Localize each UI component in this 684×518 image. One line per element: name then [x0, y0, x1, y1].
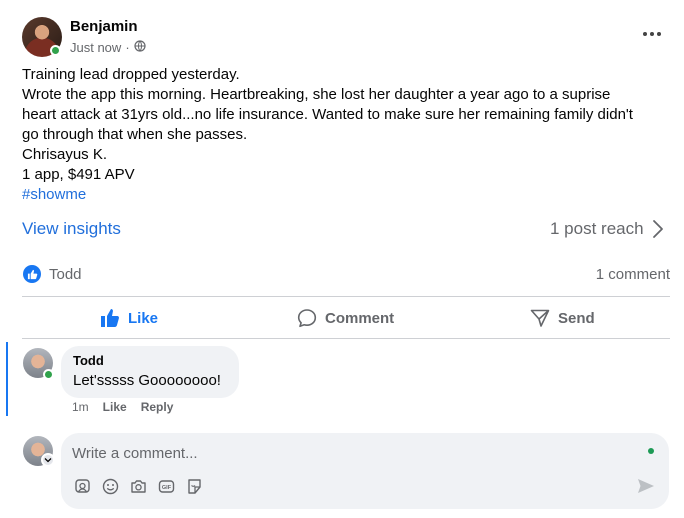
chevron-down-icon[interactable]: [41, 453, 55, 467]
comment-button[interactable]: Comment: [297, 305, 394, 331]
meta-separator: ·: [125, 40, 130, 55]
online-status-dot: [50, 45, 61, 56]
comment-input[interactable]: [72, 442, 632, 464]
gif-icon[interactable]: GIF: [157, 477, 175, 495]
post-reach-count[interactable]: 1 post reach: [550, 219, 644, 239]
author-name[interactable]: Benjamin: [70, 18, 138, 35]
send-button-label: Send: [558, 309, 595, 327]
post-meta: Just now ·: [70, 40, 146, 55]
post-body: Training lead dropped yesterday. Wrote t…: [22, 65, 672, 205]
avatar-sticker-icon[interactable]: [73, 477, 91, 495]
post-line: go through that when she passes.: [22, 126, 248, 143]
like-button-label: Like: [128, 309, 159, 327]
more-options-icon[interactable]: [640, 24, 664, 44]
send-button[interactable]: Send: [530, 305, 595, 331]
post-line: heart attack at 31yrs old...no life insu…: [22, 106, 633, 123]
camera-icon[interactable]: [129, 477, 147, 495]
composer-toolbar: GIF: [73, 477, 203, 495]
comment-like-link[interactable]: Like: [103, 400, 127, 414]
globe-icon[interactable]: [134, 40, 146, 55]
comment-composer: GIF: [61, 433, 669, 509]
commenter-name[interactable]: Todd: [73, 353, 104, 368]
reaction-names[interactable]: Todd: [49, 266, 82, 283]
like-reaction-icon: [23, 265, 41, 283]
online-status-dot: [43, 369, 54, 380]
sticker-icon[interactable]: [185, 477, 203, 495]
view-insights-link[interactable]: View insights: [22, 219, 121, 239]
comment-reply-link[interactable]: Reply: [141, 400, 174, 414]
comment-bubble-icon: [297, 309, 317, 328]
chevron-right-icon[interactable]: [652, 219, 664, 244]
post-timestamp[interactable]: Just now: [70, 40, 121, 55]
status-dot: [648, 448, 654, 454]
comment-actions: 1m Like Reply: [72, 400, 173, 414]
thumbs-up-icon: [101, 309, 119, 327]
svg-text:GIF: GIF: [161, 485, 171, 491]
post-line: Training lead dropped yesterday.: [22, 66, 240, 83]
hashtag-link[interactable]: #showme: [22, 185, 672, 205]
divider: [22, 338, 670, 339]
send-icon: [530, 309, 550, 327]
comment-highlight-bar: [6, 342, 8, 416]
like-button[interactable]: Like: [100, 305, 158, 331]
send-comment-icon[interactable]: [637, 478, 655, 499]
emoji-icon[interactable]: [101, 477, 119, 495]
comment-time[interactable]: 1m: [72, 400, 89, 414]
post-line: Chrisayus K.: [22, 146, 108, 163]
divider: [22, 296, 670, 297]
comment-bubble: Todd Let'sssss Goooooooo!: [61, 346, 239, 398]
post-line: Wrote the app this morning. Heartbreakin…: [22, 86, 611, 103]
comment-text: Let'sssss Goooooooo!: [73, 372, 221, 389]
comment-button-label: Comment: [325, 309, 395, 327]
comment-count[interactable]: 1 comment: [596, 266, 670, 283]
post-line: 1 app, $491 APV: [22, 166, 135, 183]
post-card: Benjamin Just now · Training lead droppe…: [0, 0, 684, 518]
